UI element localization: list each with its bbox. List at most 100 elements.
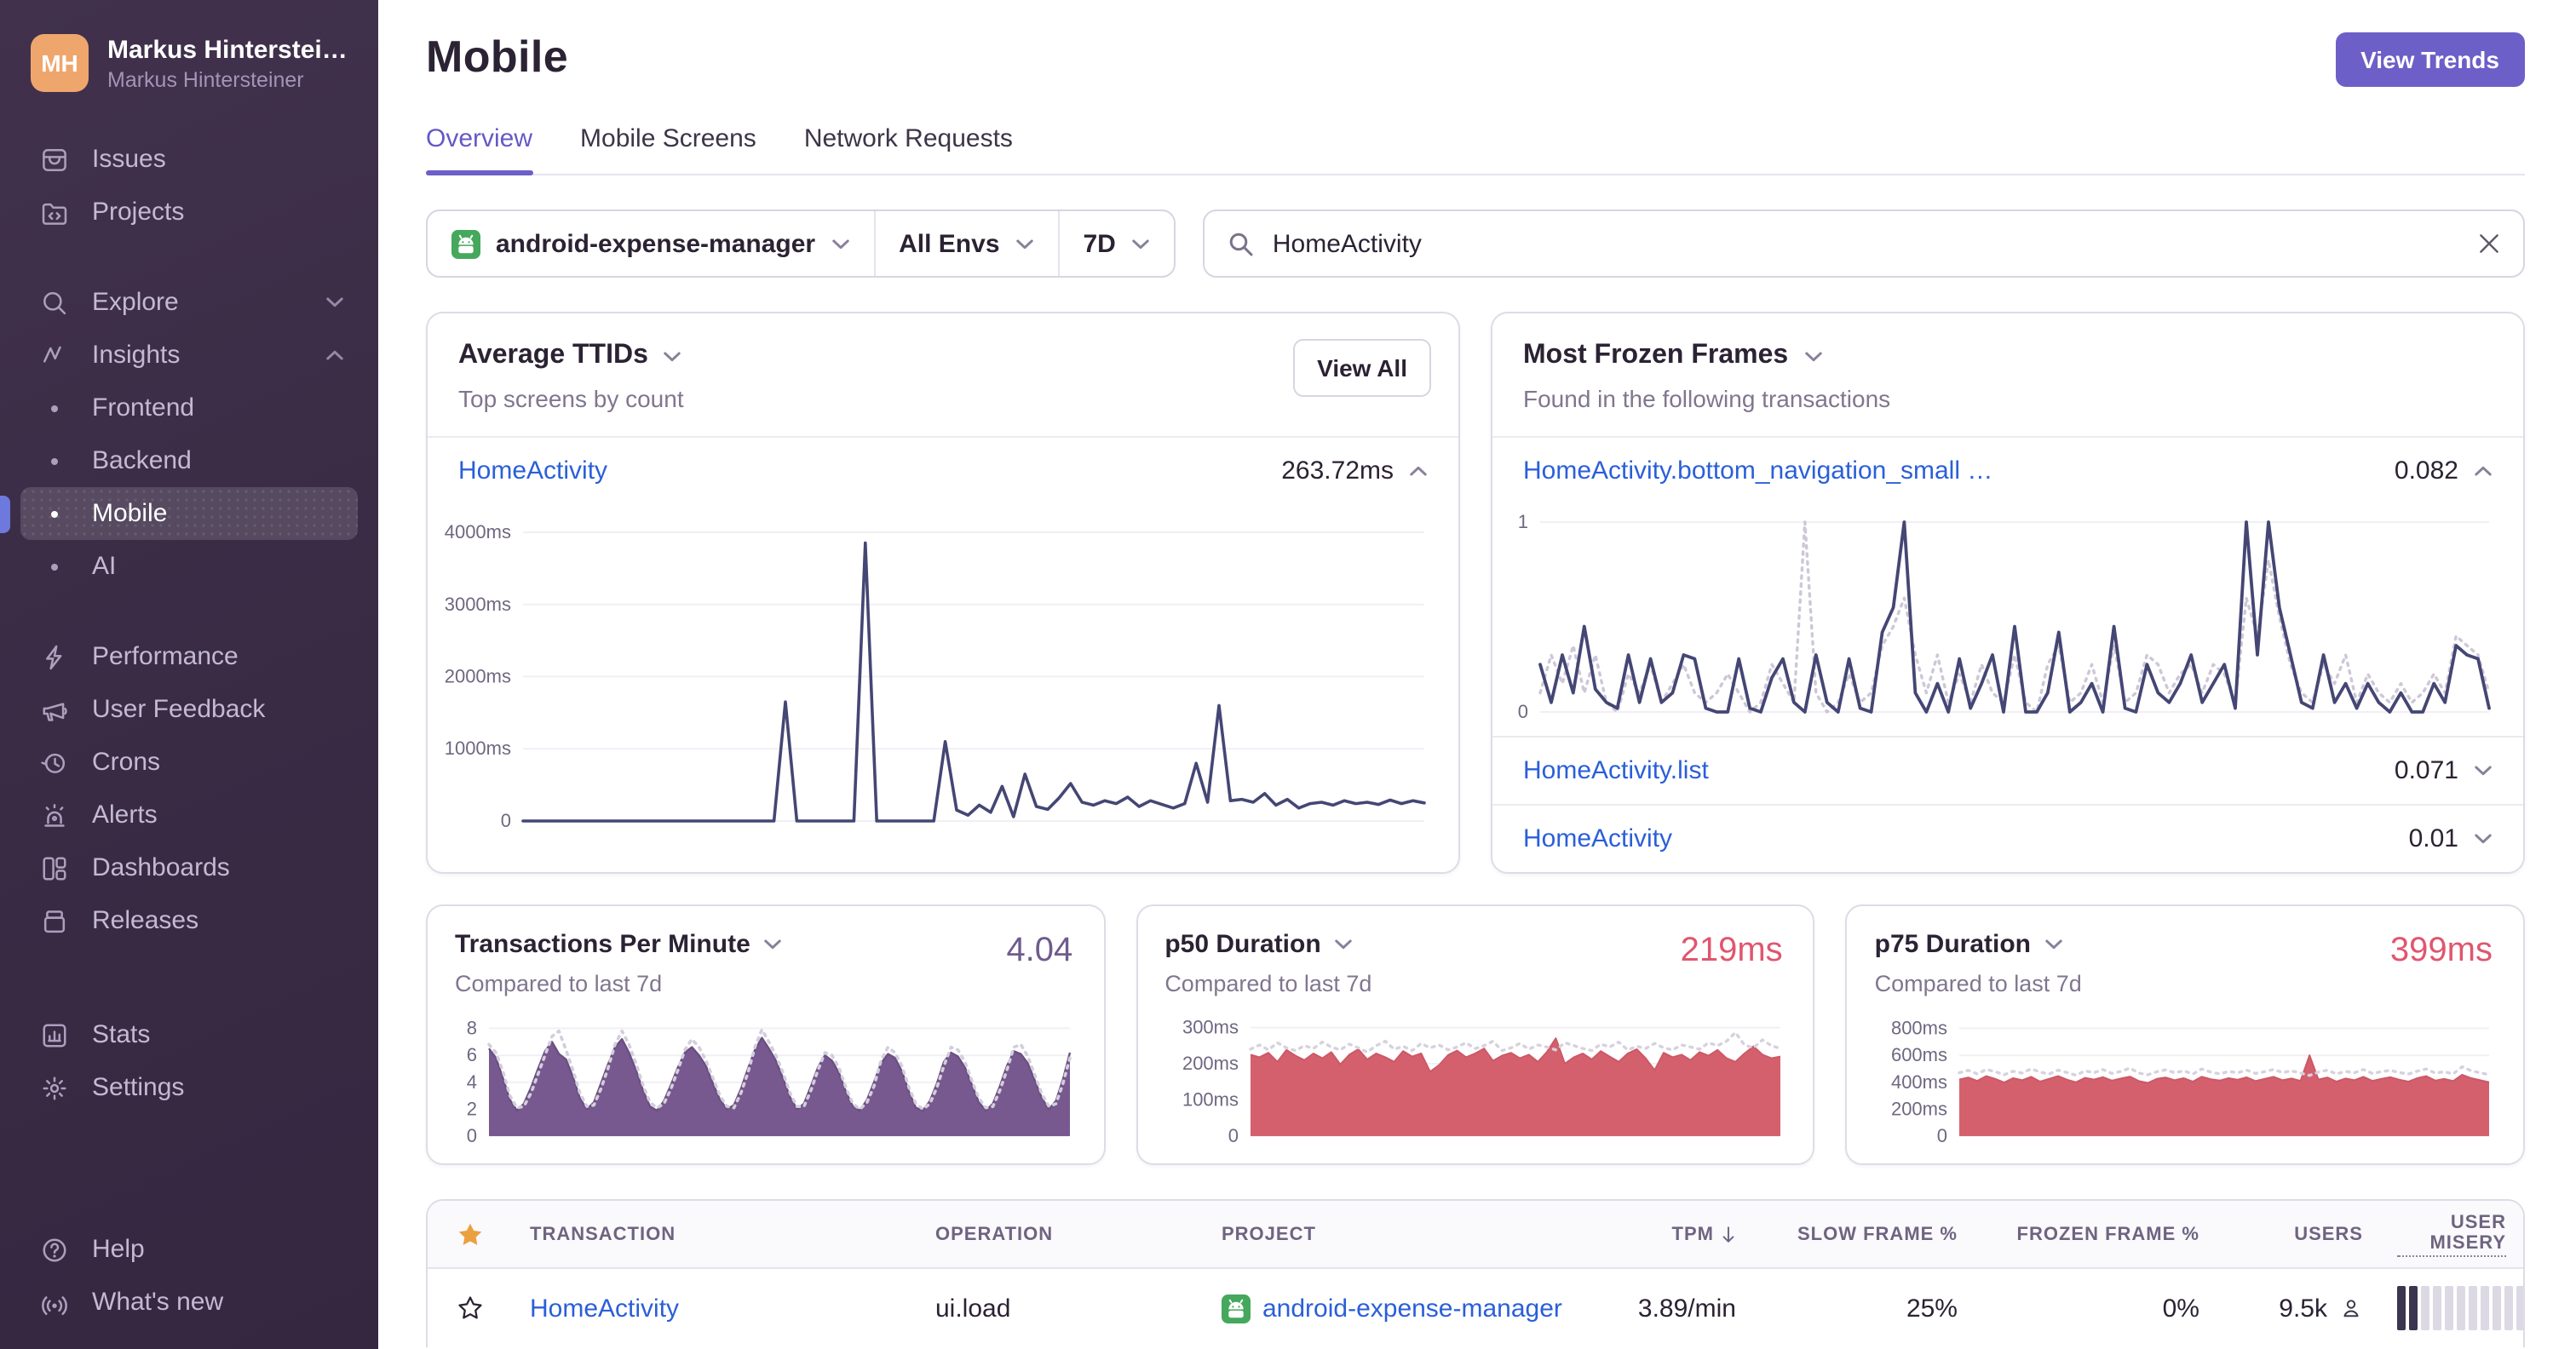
- tab-network-requests[interactable]: Network Requests: [804, 124, 1013, 174]
- chevron-up-icon[interactable]: [2474, 465, 2493, 477]
- help-icon: [37, 1234, 72, 1265]
- card-subtitle: Found in the following transactions: [1523, 385, 1891, 412]
- user-menu[interactable]: MH Markus Hintersteiner Markus Hinterste…: [0, 34, 378, 92]
- sidebar-item-what-s-new[interactable]: What's new: [20, 1276, 358, 1329]
- user-name: Markus Hintersteiner: [107, 35, 349, 64]
- chevron-down-icon[interactable]: [1335, 939, 1354, 950]
- search-box[interactable]: [1202, 210, 2525, 278]
- transactions-table: Transaction Operation Project TPM Slow Frame…: [426, 1199, 2525, 1347]
- app-root: MH Markus Hintersteiner Markus Hinterste…: [0, 0, 2576, 1349]
- android-project-icon: [451, 229, 480, 258]
- svg-text:200ms: 200ms: [1892, 1098, 1948, 1119]
- svg-text:1: 1: [1518, 511, 1528, 532]
- sidebar-item-label: Dashboards: [92, 853, 230, 882]
- frozen-row-expanded[interactable]: HomeActivity.bottom_navigation_small … 0…: [1492, 438, 2523, 504]
- sidebar-item-label: What's new: [92, 1288, 224, 1317]
- sidebar-item-label: AI: [92, 552, 117, 581]
- search-input[interactable]: [1268, 227, 2464, 260]
- column-operation[interactable]: Operation: [918, 1224, 1205, 1244]
- chevron-down-icon[interactable]: [664, 350, 682, 362]
- sidebar-item-projects[interactable]: Projects: [20, 186, 358, 238]
- sidebar-item-crons[interactable]: Crons: [20, 736, 358, 789]
- top-cards-row: Average TTIDs Top screens by count View …: [426, 312, 2525, 874]
- view-all-button[interactable]: View All: [1293, 339, 1431, 397]
- column-frozen-frame[interactable]: Frozen Frame %: [1975, 1224, 2217, 1244]
- svg-text:400ms: 400ms: [1892, 1071, 1948, 1093]
- column-transaction[interactable]: Transaction: [513, 1224, 918, 1244]
- sidebar-item-alerts[interactable]: Alerts: [20, 789, 358, 841]
- cell-users: 9.5k: [2217, 1294, 2380, 1323]
- user-misery-bar: [2397, 1286, 2523, 1330]
- card-subtitle: Compared to last 7d: [1874, 971, 2082, 996]
- sidebar-item-help[interactable]: Help: [20, 1223, 358, 1276]
- transaction-link[interactable]: HomeActivity: [530, 1294, 679, 1323]
- chevron-down-icon[interactable]: [764, 939, 783, 950]
- ttid-transaction-row[interactable]: HomeActivity 263.72ms: [428, 438, 1458, 504]
- svg-text:4: 4: [467, 1071, 477, 1093]
- svg-text:0: 0: [1937, 1125, 1947, 1146]
- frozen-rate-value: 0.01: [2408, 824, 2458, 853]
- sidebar-item-label: Releases: [92, 906, 199, 935]
- bullet-icon: [37, 563, 72, 570]
- column-users[interactable]: Users: [2217, 1224, 2380, 1244]
- p50-duration-card: p50 Duration 219ms Compared to last 7d 3…: [1136, 904, 1815, 1165]
- star-toggle[interactable]: [457, 1294, 484, 1322]
- tab-bar: Overview Mobile Screens Network Requests: [426, 124, 2525, 175]
- svg-text:1000ms: 1000ms: [445, 738, 511, 759]
- chevron-down-icon[interactable]: [2474, 765, 2493, 777]
- transaction-link[interactable]: HomeActivity: [1523, 824, 1672, 853]
- card-title: p50 Duration: [1164, 930, 1321, 959]
- sidebar-item-backend[interactable]: Backend: [20, 434, 358, 487]
- transaction-link[interactable]: HomeActivity.bottom_navigation_small …: [1523, 456, 1992, 485]
- nav-group: Help What's new: [20, 1223, 358, 1329]
- sidebar-item-stats[interactable]: Stats: [20, 1008, 358, 1061]
- environment-selector[interactable]: All Envs: [873, 211, 1057, 276]
- chevron-up-icon: [325, 349, 344, 361]
- sidebar-item-label: Insights: [92, 341, 181, 370]
- chevron-down-icon: [1015, 238, 1034, 250]
- chevron-down-icon[interactable]: [2044, 939, 2063, 950]
- column-tpm[interactable]: TPM: [1590, 1224, 1753, 1244]
- sidebar-item-explore[interactable]: Explore: [20, 276, 358, 329]
- transaction-link[interactable]: HomeActivity.list: [1523, 756, 1709, 785]
- project-selector[interactable]: android-expense-manager: [428, 211, 873, 276]
- chevron-down-icon: [1131, 238, 1150, 250]
- sidebar-item-ai[interactable]: AI: [20, 540, 358, 593]
- transaction-link[interactable]: HomeActivity: [458, 456, 607, 485]
- chevron-down-icon[interactable]: [1803, 350, 1822, 362]
- column-user-misery[interactable]: User Misery: [2380, 1212, 2523, 1256]
- date-range-selector[interactable]: 7D: [1057, 211, 1174, 276]
- sidebar-item-performance[interactable]: Performance: [20, 630, 358, 683]
- sidebar-item-user-feedback[interactable]: User Feedback: [20, 683, 358, 736]
- project-link[interactable]: android-expense-manager: [1262, 1294, 1562, 1323]
- sidebar-item-dashboards[interactable]: Dashboards: [20, 841, 358, 894]
- cell-slow-frame: 25%: [1906, 1294, 1958, 1323]
- sidebar-item-mobile[interactable]: Mobile: [0, 487, 358, 540]
- sidebar-item-releases[interactable]: Releases: [20, 894, 358, 947]
- star-icon: [457, 1220, 484, 1248]
- card-subtitle: Top screens by count: [458, 385, 684, 412]
- svg-text:100ms: 100ms: [1182, 1089, 1238, 1111]
- sidebar-item-issues[interactable]: Issues: [20, 133, 358, 186]
- clear-search-icon[interactable]: [2479, 233, 2499, 254]
- sidebar-item-label: Performance: [92, 642, 239, 671]
- chevron-down-icon: [325, 296, 344, 308]
- svg-text:4000ms: 4000ms: [445, 521, 511, 542]
- sidebar-item-settings[interactable]: Settings: [20, 1061, 358, 1114]
- star-column-header[interactable]: [428, 1220, 513, 1248]
- chevron-down-icon[interactable]: [2474, 833, 2493, 845]
- chevron-up-icon[interactable]: [1409, 465, 1428, 477]
- tab-mobile-screens[interactable]: Mobile Screens: [580, 124, 756, 174]
- ttid-chart: 4000ms 3000ms 2000ms 1000ms 0: [431, 508, 1431, 831]
- cell-operation: ui.load: [935, 1294, 1011, 1323]
- sidebar-item-insights[interactable]: Insights: [20, 329, 358, 382]
- column-slow-frame[interactable]: Slow Frame %: [1753, 1224, 1975, 1244]
- column-project[interactable]: Project: [1205, 1224, 1590, 1244]
- svg-text:6: 6: [467, 1044, 477, 1065]
- frozen-row[interactable]: HomeActivity.list 0.071: [1492, 738, 2523, 804]
- view-trends-button[interactable]: View Trends: [2335, 32, 2525, 87]
- sidebar-item-label: User Feedback: [92, 695, 266, 724]
- tab-overview[interactable]: Overview: [426, 124, 532, 175]
- sidebar-item-frontend[interactable]: Frontend: [20, 382, 358, 434]
- frozen-row[interactable]: HomeActivity 0.01: [1492, 806, 2523, 872]
